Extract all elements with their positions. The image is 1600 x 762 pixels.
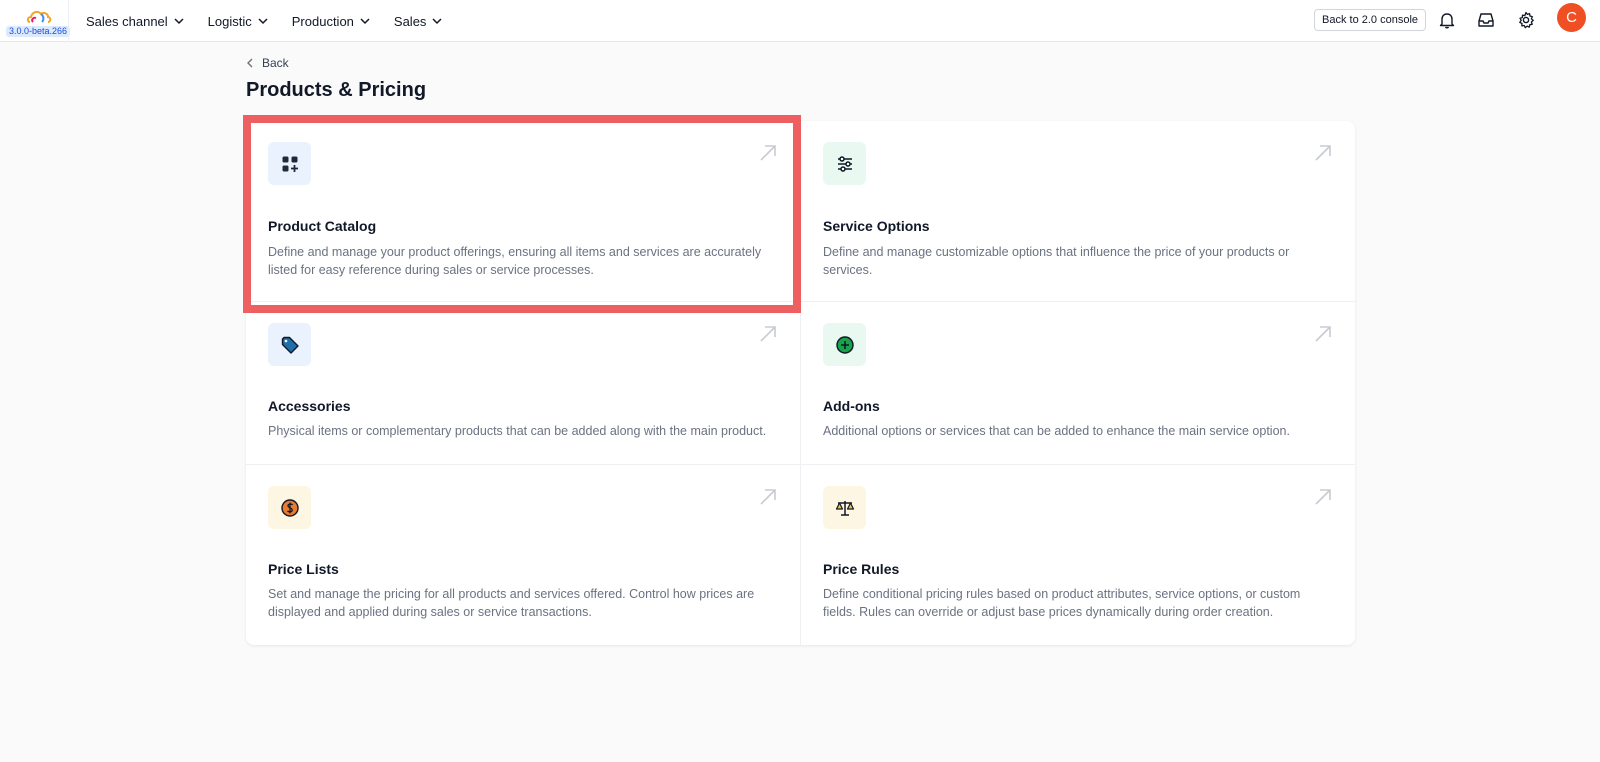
gear-icon[interactable] bbox=[1517, 11, 1535, 29]
chevron-down-icon bbox=[360, 18, 370, 25]
plus-circle-icon bbox=[835, 335, 854, 354]
back-link[interactable]: Back bbox=[246, 56, 289, 70]
tag-icon bbox=[281, 336, 299, 354]
card-accessories[interactable]: Accessories Physical items or complement… bbox=[246, 302, 800, 464]
card-add-ons[interactable]: Add-ons Additional options or services t… bbox=[801, 302, 1355, 464]
app-logo-icon[interactable] bbox=[26, 8, 52, 26]
dollar-coin-icon bbox=[280, 498, 299, 517]
nav-sales-channel[interactable]: Sales channel bbox=[86, 14, 184, 29]
nav-label: Production bbox=[291, 13, 354, 29]
card-description: Define conditional pricing rules based o… bbox=[823, 587, 1301, 619]
icon-tile bbox=[268, 486, 311, 529]
card-title: Service Options bbox=[823, 218, 930, 234]
card-product-catalog[interactable]: Product Catalog Define and manage your p… bbox=[246, 121, 800, 301]
card-description: Additional options or services that can … bbox=[823, 424, 1290, 438]
nav-label: Sales bbox=[393, 13, 427, 29]
card-description: Set and manage the pricing for all produ… bbox=[268, 587, 755, 619]
catalog-grid-icon bbox=[282, 156, 298, 172]
nav-logistic[interactable]: Logistic bbox=[208, 14, 268, 29]
icon-tile bbox=[823, 486, 866, 529]
nav-label: Logistic bbox=[207, 13, 252, 29]
icon-tile bbox=[268, 323, 311, 366]
arrow-up-right-icon[interactable] bbox=[758, 487, 778, 507]
arrow-up-right-icon[interactable] bbox=[1313, 324, 1333, 344]
icon-tile bbox=[823, 142, 866, 185]
main-nav: Sales channel Logistic Production Sales bbox=[86, 0, 466, 42]
arrow-up-right-icon[interactable] bbox=[1313, 143, 1333, 163]
card-title: Accessories bbox=[268, 398, 351, 414]
card-price-rules[interactable]: Price Rules Define conditional pricing r… bbox=[801, 465, 1355, 645]
chevron-down-icon bbox=[174, 18, 184, 25]
arrow-up-right-icon[interactable] bbox=[1313, 487, 1333, 507]
icon-tile bbox=[823, 323, 866, 366]
arrow-up-right-icon[interactable] bbox=[758, 143, 778, 163]
top-bar: 3.0.0-beta.266 Sales channel Logistic Pr… bbox=[0, 0, 1600, 42]
chevron-left-icon bbox=[247, 58, 253, 68]
arrow-up-right-icon[interactable] bbox=[758, 324, 778, 344]
card-service-options[interactable]: Service Options Define and manage custom… bbox=[801, 121, 1355, 301]
chevron-down-icon bbox=[432, 18, 442, 25]
nav-label: Sales channel bbox=[86, 13, 168, 29]
nav-sales[interactable]: Sales bbox=[394, 14, 443, 29]
nav-production[interactable]: Production bbox=[292, 14, 370, 29]
card-price-lists[interactable]: Price Lists Set and manage the pricing f… bbox=[246, 465, 800, 645]
divider bbox=[68, 0, 69, 42]
card-title: Price Rules bbox=[823, 561, 900, 577]
card-description: Physical items or complementary products… bbox=[268, 424, 767, 438]
back-to-console-button[interactable]: Back to 2.0 console bbox=[1314, 9, 1427, 31]
card-description: Define and manage your product offerings… bbox=[268, 245, 762, 277]
icon-tile bbox=[268, 142, 311, 185]
card-title: Price Lists bbox=[268, 561, 339, 577]
cards-panel: Product Catalog Define and manage your p… bbox=[246, 121, 1355, 645]
back-label: Back bbox=[262, 56, 289, 70]
card-title: Add-ons bbox=[823, 398, 880, 414]
sliders-icon bbox=[837, 155, 852, 172]
scales-icon bbox=[835, 500, 854, 516]
chevron-down-icon bbox=[258, 18, 268, 25]
bell-icon[interactable] bbox=[1438, 11, 1456, 29]
card-description: Define and manage customizable options t… bbox=[823, 245, 1290, 277]
avatar[interactable]: C bbox=[1557, 3, 1586, 32]
card-title: Product Catalog bbox=[268, 218, 377, 234]
page-title: Products & Pricing bbox=[246, 79, 427, 101]
version-badge: 3.0.0-beta.266 bbox=[6, 26, 71, 37]
inbox-icon[interactable] bbox=[1477, 11, 1495, 29]
